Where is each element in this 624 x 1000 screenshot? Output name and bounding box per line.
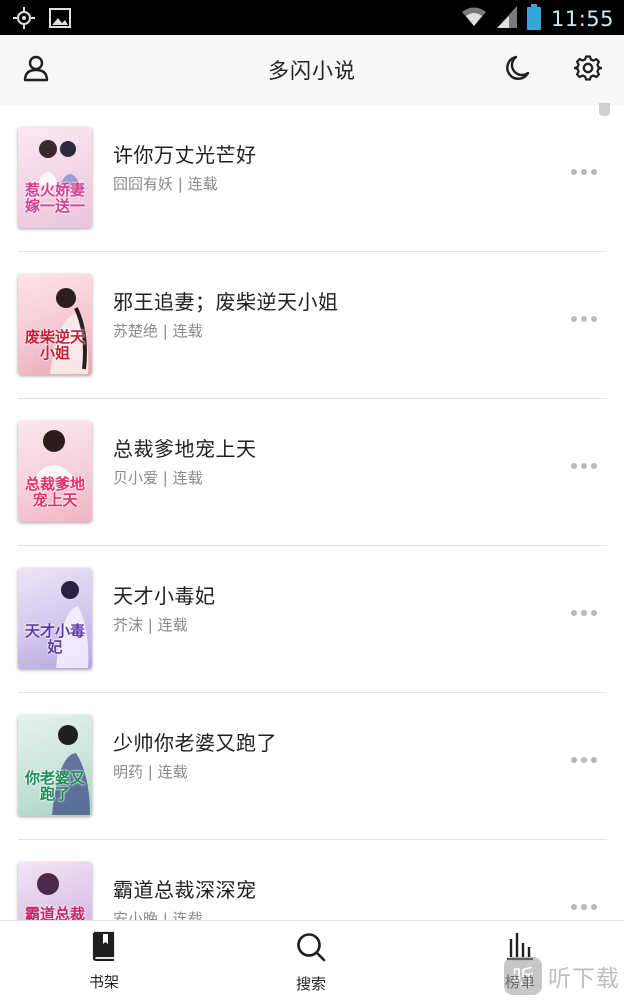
image-icon bbox=[48, 6, 72, 34]
more-dots-icon bbox=[581, 463, 587, 469]
book-cover-text: 惹火娇妻嫁一送一 bbox=[24, 181, 85, 215]
book-status: 连载 bbox=[157, 763, 188, 781]
wifi-icon bbox=[461, 6, 487, 32]
book-author: 贝小爱 bbox=[113, 469, 159, 487]
more-dots-icon bbox=[591, 169, 597, 175]
signal-icon bbox=[496, 6, 517, 32]
book-title: 少帅你老婆又跑了 bbox=[113, 731, 277, 755]
more-dots-icon bbox=[571, 610, 577, 616]
book-cover-text: 天才小毒妃 bbox=[24, 622, 85, 656]
search-icon bbox=[295, 933, 327, 967]
app-bar: 多闪小说 bbox=[0, 35, 624, 105]
book-author: 苏楚绝 bbox=[113, 322, 159, 340]
book-cover: 废柴逆天小姐 bbox=[18, 274, 92, 375]
book-title: 霸道总裁深深宠 bbox=[113, 878, 257, 902]
book-status: 连载 bbox=[172, 469, 203, 487]
book-cover: 惹火娇妻嫁一送一 bbox=[18, 127, 92, 228]
more-dots-icon bbox=[571, 316, 577, 322]
book-list-item[interactable]: 你老婆又跑了 少帅你老婆又跑了 明药 | 连载 bbox=[18, 693, 607, 840]
book-meta: 安小晚 | 连载 bbox=[113, 908, 203, 920]
more-dots-icon bbox=[571, 169, 577, 175]
more-dots-icon bbox=[591, 904, 597, 910]
meta-separator: | bbox=[162, 910, 168, 920]
nav-label: 书架 bbox=[88, 973, 119, 991]
book-author: 芥沫 bbox=[113, 616, 144, 634]
book-meta: 明药 | 连载 bbox=[113, 761, 188, 782]
book-cover-text: 废柴逆天小姐 bbox=[24, 328, 85, 362]
more-dots-icon bbox=[591, 610, 597, 616]
book-title: 天才小毒妃 bbox=[113, 584, 216, 608]
book-author: 明药 bbox=[113, 763, 144, 781]
book-title: 邪王追妻；废柴逆天小姐 bbox=[113, 290, 339, 314]
book-list-item[interactable]: 废柴逆天小姐 邪王追妻；废柴逆天小姐 苏楚绝 | 连载 bbox=[18, 252, 607, 399]
book-meta: 贝小爱 | 连载 bbox=[113, 467, 203, 488]
book-list: 惹火娇妻嫁一送一 许你万丈光芒好 囧囧有妖 | 连载 废柴逆天小姐 邪王追妻；废… bbox=[0, 105, 624, 920]
book-status: 连载 bbox=[172, 910, 203, 920]
meta-separator: | bbox=[177, 175, 183, 193]
nav-bookshelf[interactable]: 书架 bbox=[59, 931, 149, 992]
book-status: 连载 bbox=[157, 616, 188, 634]
more-dots-icon bbox=[591, 757, 597, 763]
book-status: 连载 bbox=[172, 322, 203, 340]
watermark-text: 听下载 bbox=[548, 966, 620, 992]
watermark-logo: 听 听下载 bbox=[504, 957, 620, 995]
book-title: 总裁爹地宠上天 bbox=[113, 437, 257, 461]
more-dots-icon bbox=[571, 463, 577, 469]
book-cover: 总裁爹地宠上天 bbox=[18, 421, 92, 522]
more-dots-icon bbox=[581, 316, 587, 322]
book-meta: 囧囧有妖 | 连载 bbox=[113, 173, 218, 194]
more-options-button[interactable] bbox=[571, 461, 597, 471]
book-meta: 苏楚绝 | 连载 bbox=[113, 320, 203, 341]
more-dots-icon bbox=[581, 904, 587, 910]
book-cover-text: 总裁爹地宠上天 bbox=[24, 475, 85, 509]
status-bar: 11:55 bbox=[0, 0, 624, 35]
more-options-button[interactable] bbox=[571, 314, 597, 324]
book-cover: 霸道总裁 bbox=[18, 862, 92, 920]
meta-separator: | bbox=[147, 616, 153, 634]
book-author: 安小晚 bbox=[113, 910, 159, 920]
meta-separator: | bbox=[162, 469, 168, 487]
more-dots-icon bbox=[581, 610, 587, 616]
meta-separator: | bbox=[147, 763, 153, 781]
more-dots-icon bbox=[571, 757, 577, 763]
more-options-button[interactable] bbox=[571, 167, 597, 177]
book-list-item[interactable]: 天才小毒妃 天才小毒妃 芥沫 | 连载 bbox=[18, 546, 607, 693]
more-dots-icon bbox=[591, 463, 597, 469]
book-list-item[interactable]: 惹火娇妻嫁一送一 许你万丈光芒好 囧囧有妖 | 连载 bbox=[18, 105, 607, 252]
more-dots-icon bbox=[571, 904, 577, 910]
book-cover: 天才小毒妃 bbox=[18, 568, 92, 669]
nav-search[interactable]: 搜索 bbox=[266, 931, 356, 994]
more-options-button[interactable] bbox=[571, 755, 597, 765]
bookshelf-icon bbox=[91, 931, 117, 965]
settings-icon bbox=[573, 54, 603, 86]
more-dots-icon bbox=[581, 757, 587, 763]
watermark-badge: 听 bbox=[504, 957, 542, 995]
battery-icon bbox=[526, 4, 541, 34]
book-meta: 芥沫 | 连载 bbox=[113, 614, 188, 635]
more-options-button[interactable] bbox=[571, 902, 597, 912]
book-cover: 你老婆又跑了 bbox=[18, 715, 92, 816]
more-dots-icon bbox=[591, 316, 597, 322]
night-mode-icon bbox=[505, 55, 531, 85]
book-list-item[interactable]: 霸道总裁 霸道总裁深深宠 安小晚 | 连载 bbox=[18, 840, 607, 920]
book-author: 囧囧有妖 bbox=[113, 175, 174, 193]
more-options-button[interactable] bbox=[571, 608, 597, 618]
book-status: 连载 bbox=[187, 175, 218, 193]
night-mode-button[interactable] bbox=[503, 55, 533, 85]
more-dots-icon bbox=[581, 169, 587, 175]
book-cover-text: 霸道总裁 bbox=[24, 905, 85, 920]
status-clock: 11:55 bbox=[550, 7, 614, 31]
book-list-item[interactable]: 总裁爹地宠上天 总裁爹地宠上天 贝小爱 | 连载 bbox=[18, 399, 607, 546]
settings-button[interactable] bbox=[573, 55, 603, 85]
gps-icon bbox=[12, 6, 36, 34]
book-title: 许你万丈光芒好 bbox=[113, 143, 257, 167]
meta-separator: | bbox=[162, 322, 168, 340]
book-cover-text: 你老婆又跑了 bbox=[24, 769, 85, 803]
nav-label: 搜索 bbox=[295, 975, 326, 993]
